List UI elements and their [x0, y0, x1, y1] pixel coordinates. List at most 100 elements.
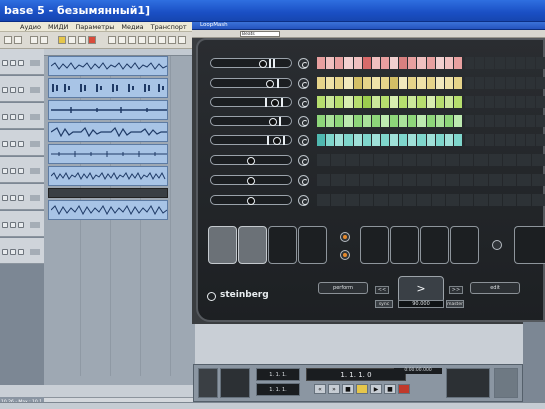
solo-button[interactable]: [10, 114, 16, 120]
similarity-slider[interactable]: [210, 58, 292, 68]
track-header[interactable]: [0, 103, 44, 129]
record-enable-button[interactable]: [18, 87, 24, 93]
tab-edit[interactable]: edit: [470, 282, 520, 294]
scene-option-icon[interactable]: [340, 232, 350, 242]
slider-knob[interactable]: [247, 197, 255, 205]
scene-pad[interactable]: [450, 226, 479, 264]
solo-button[interactable]: [10, 168, 16, 174]
slider-knob[interactable]: [271, 99, 279, 107]
menu-audio[interactable]: Аудио: [20, 23, 41, 31]
solo-button[interactable]: [10, 141, 16, 147]
track-header[interactable]: [0, 211, 44, 237]
record-enable-button[interactable]: [18, 249, 24, 255]
mute-button[interactable]: [2, 141, 8, 147]
scene-pad[interactable]: [208, 226, 237, 264]
scene-pad[interactable]: [360, 226, 389, 264]
mute-button[interactable]: [2, 87, 8, 93]
slider-knob[interactable]: [269, 118, 277, 126]
record-enable-button[interactable]: [18, 195, 24, 201]
track-option-icon[interactable]: [298, 135, 309, 146]
rewind-button[interactable]: «: [314, 384, 326, 394]
play-button[interactable]: [68, 36, 76, 44]
audio-event[interactable]: [48, 56, 168, 76]
mute-tool-icon[interactable]: [168, 36, 176, 44]
preset-dropdown[interactable]: Beats: [240, 31, 280, 37]
stop-button[interactable]: [78, 36, 86, 44]
mute-button[interactable]: [2, 195, 8, 201]
record-enable-button[interactable]: [18, 60, 24, 66]
play-button[interactable]: ▶: [370, 384, 382, 394]
pointer-tool-icon[interactable]: [108, 36, 116, 44]
track-option-icon[interactable]: [298, 78, 309, 89]
track-header[interactable]: [0, 130, 44, 156]
record-enable-button[interactable]: [18, 168, 24, 174]
draw-tool-icon[interactable]: [178, 36, 186, 44]
position-display[interactable]: 1. 1. 1. 0: [306, 368, 406, 381]
similarity-slider[interactable]: [210, 78, 292, 88]
scene-pad[interactable]: [390, 226, 419, 264]
record-enable-button[interactable]: [18, 141, 24, 147]
audio-event[interactable]: [48, 78, 168, 98]
track-header[interactable]: [0, 238, 44, 264]
slider-knob[interactable]: [273, 137, 281, 145]
prev-button[interactable]: <<: [375, 286, 389, 294]
audio-event[interactable]: [48, 100, 168, 120]
slider-knob[interactable]: [266, 80, 274, 88]
scene-pad[interactable]: [238, 226, 267, 264]
sync-button[interactable]: sync: [375, 300, 393, 308]
scene-pad[interactable]: [298, 226, 327, 264]
audio-event[interactable]: [48, 144, 168, 164]
solo-button[interactable]: [10, 195, 16, 201]
record-enable-button[interactable]: [18, 114, 24, 120]
menu-params[interactable]: Параметры: [75, 23, 114, 31]
forward-button[interactable]: »: [328, 384, 340, 394]
left-locator[interactable]: 1. 1. 1.: [256, 368, 300, 381]
right-locator[interactable]: 1. 1. 1.: [256, 383, 300, 396]
scene-pad[interactable]: [268, 226, 297, 264]
menu-midi[interactable]: МИДИ: [48, 23, 68, 31]
tempo-panel[interactable]: [446, 368, 490, 398]
audio-event-dark[interactable]: [48, 188, 168, 198]
cycle-button[interactable]: [356, 384, 368, 394]
erase-tool-icon[interactable]: [148, 36, 156, 44]
tab-perform[interactable]: perform: [318, 282, 368, 294]
similarity-slider[interactable]: [210, 97, 292, 107]
track-option-icon[interactable]: [298, 58, 309, 69]
pad-settings-icon[interactable]: [492, 240, 502, 250]
split-tool-icon[interactable]: [128, 36, 136, 44]
similarity-slider[interactable]: [210, 155, 292, 165]
mute-button[interactable]: [2, 168, 8, 174]
slider-knob[interactable]: [259, 60, 267, 68]
window-titlebar[interactable]: base 5 - безымянный1]: [0, 0, 545, 22]
solo-button[interactable]: [10, 222, 16, 228]
similarity-slider[interactable]: [210, 195, 292, 205]
timeline-ruler[interactable]: [44, 49, 195, 56]
toolbar-button[interactable]: [40, 36, 48, 44]
record-mode-panel[interactable]: [220, 368, 250, 398]
track-header[interactable]: [0, 76, 44, 102]
toolbar-button[interactable]: [14, 36, 22, 44]
toolbar-button[interactable]: [4, 36, 12, 44]
track-header[interactable]: [0, 49, 44, 75]
slice-cells[interactable]: [317, 57, 462, 69]
track-option-icon[interactable]: [298, 175, 309, 186]
scene-option-icon[interactable]: [340, 250, 350, 260]
range-tool-icon[interactable]: [118, 36, 126, 44]
slider-knob[interactable]: [247, 177, 255, 185]
audio-event[interactable]: [48, 166, 168, 186]
play-button[interactable]: >: [398, 276, 444, 303]
audio-event[interactable]: [48, 122, 168, 142]
track-option-icon[interactable]: [298, 195, 309, 206]
mute-button[interactable]: [2, 222, 8, 228]
toolbar-button[interactable]: [30, 36, 38, 44]
mute-button[interactable]: [2, 60, 8, 66]
slice-cells[interactable]: [317, 96, 462, 108]
mute-button[interactable]: [2, 249, 8, 255]
track-header[interactable]: [0, 157, 44, 183]
time-display[interactable]: 0:00:00.000: [394, 368, 442, 374]
loopmash-titlebar[interactable]: LoopMash: [192, 22, 545, 30]
scene-pad[interactable]: [420, 226, 449, 264]
slider-knob[interactable]: [247, 157, 255, 165]
tempo-display[interactable]: 90.000: [398, 300, 444, 308]
glue-tool-icon[interactable]: [138, 36, 146, 44]
